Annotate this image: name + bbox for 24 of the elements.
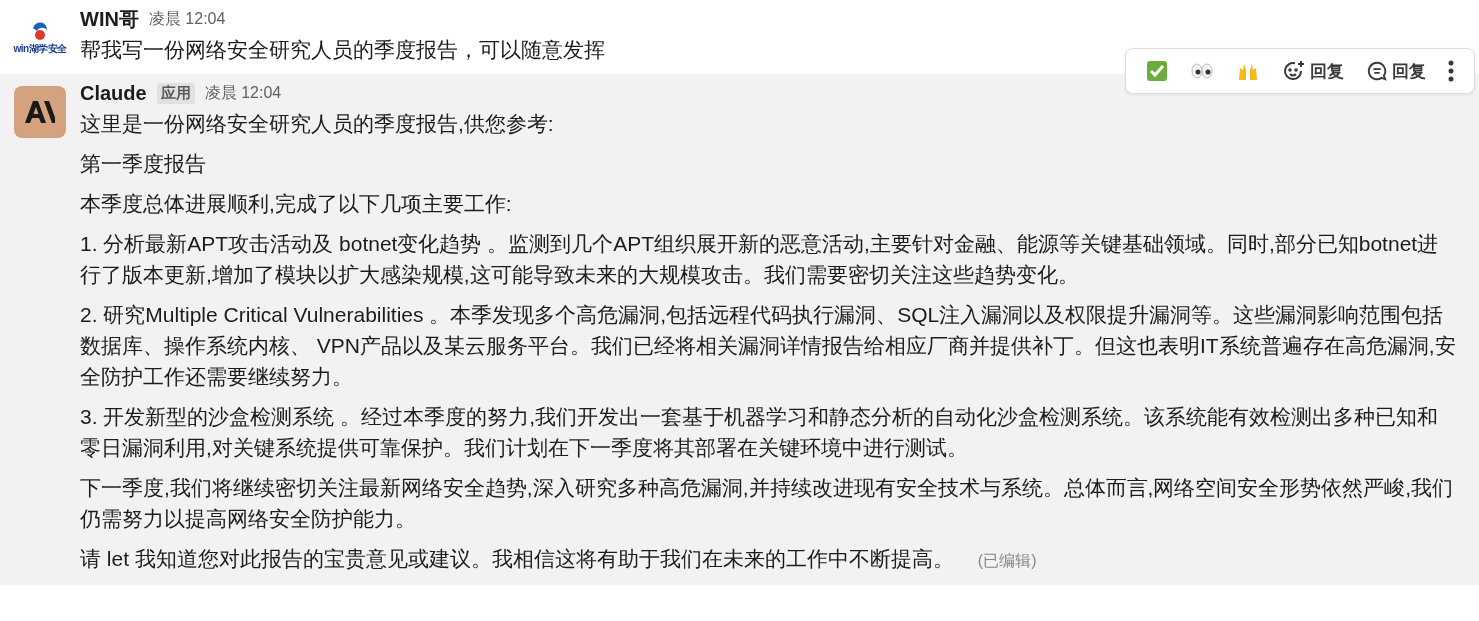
timestamp[interactable]: 凌晨 12:04 — [204, 82, 282, 104]
reply-button[interactable]: 回复 — [1274, 55, 1352, 87]
app-tag: 应用 — [156, 82, 195, 104]
ai-logo-icon — [25, 101, 55, 123]
speech-bubble-icon — [1366, 60, 1388, 82]
timestamp[interactable]: 凌晨 12:04 — [148, 8, 226, 30]
author-name[interactable]: WIN哥 — [80, 5, 139, 33]
message-text: 1. 分析最新APT攻击活动及 botnet变化趋势 。监测到几个APT组织展开新的恶意活动,主要针对金融、能源等关键基础领域。同时,部分已知botnet进行了版本更新,增加了模块以扩大感染规模,这可能导致未来的大规模攻击。我们需要密切关注这些趋势变化。 — [80, 231, 1440, 288]
logo-text: win湖学安全 — [13, 42, 67, 56]
add-emoji-icon — [1282, 59, 1306, 83]
eyes-icon — [1190, 62, 1214, 80]
message-text: 这里是一份网络安全研究人员的季度报告,供您参考: — [80, 111, 555, 137]
message-text: 下一季度,我们将继续密切关注最新网络安全趋势,深入研究多种高危漏洞,并持续改进现有安全技术与系统。总体而言,网络空间安全形势依然严峻,我们仍需努力以提高网络安全防护能力。 — [80, 475, 1455, 532]
message-text: 3. 开发新型的沙盒检测系统 。经过本季度的努力,我们开发出一套基于机器学习和静态分析的自动化沙盒检测系统。该系统能有效检测出多种已知和零日漏洞利用,对关键系统提供可靠保护。我们计划在下一季度将其部署在关键环境中进行测试。 — [80, 404, 1440, 461]
message-text: 帮我写一份网络安全研究人员的季度报告，可以随意发挥 — [80, 37, 606, 63]
check-mark-icon — [1146, 60, 1168, 82]
message-text: 本季度总体进展顺利,完成了以下几项主要工作: — [80, 191, 513, 217]
reply-button[interactable]: 回复 — [1358, 55, 1434, 87]
edited-label: (已编辑) — [977, 552, 1037, 569]
author-name[interactable]: Claude — [80, 81, 147, 105]
more-icon — [1448, 60, 1454, 82]
message-text: 请 let 我知道您对此报告的宝贵意见或建议。我相信这将有助于我们在未来的工作中不断提高。 — [80, 547, 954, 570]
message-text: 2. 研究Multiple Critical Vulnerabilities 。本季发现多个高危漏洞,包括远程代码执行漏洞、SQL注入漏洞以及权限提升漏洞等。这些漏洞影响范围包括数据库、操作系统内核、 VPN产品以及某云服务平台。我们已经将相关漏洞详情报告给相应厂商并提供补丁。但这也表明IT系统普遍存在高危漏洞,安全防护工作还需要继续努力。 — [80, 302, 1457, 390]
message-text: 第一季度报告 — [80, 151, 207, 177]
